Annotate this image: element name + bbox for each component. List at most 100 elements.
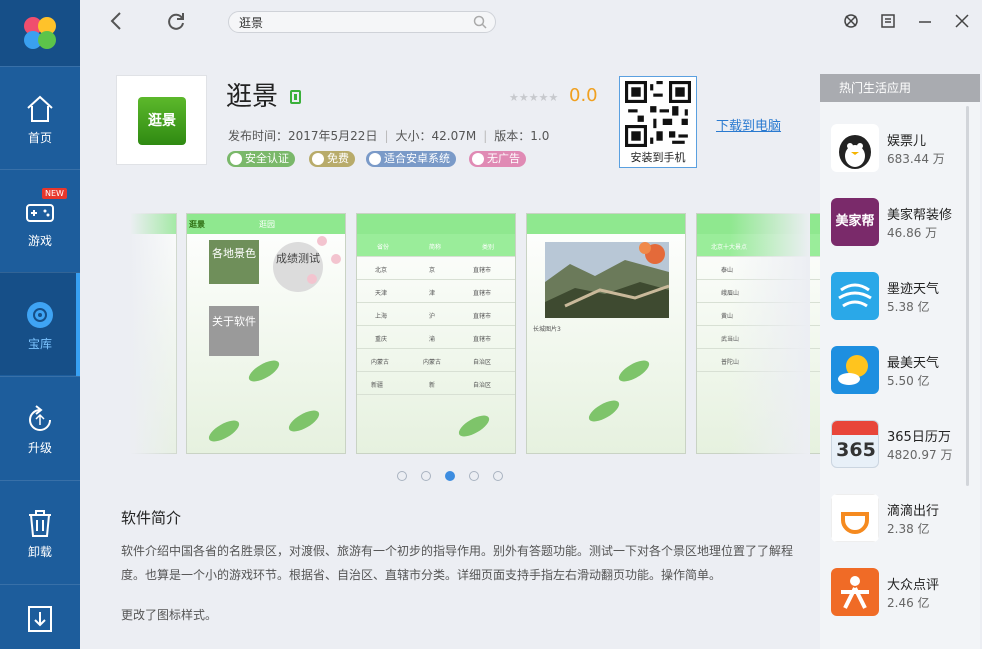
home-icon — [27, 95, 53, 122]
android-icon — [369, 153, 381, 165]
hot-app-item[interactable]: 娱票儿 683.44 万 — [831, 124, 976, 174]
app-title: 逛景 — [226, 82, 279, 112]
hot-app-count: 46.86 万 — [887, 226, 938, 240]
upgrade-icon — [29, 405, 51, 431]
hot-app-name: 最美天气 — [887, 356, 940, 371]
description-heading: 软件简介 — [121, 509, 182, 527]
nav-uninstall-label: 卸载 — [27, 545, 52, 559]
changelog-text: 更改了图标样式。 — [121, 608, 218, 622]
hot-app-name: 滴滴出行 — [887, 504, 940, 519]
qr-code-icon — [625, 81, 691, 147]
carousel-dot-2[interactable] — [421, 471, 431, 481]
info-icon — [472, 153, 484, 165]
dianping-icon — [831, 568, 879, 616]
menu-about-button: 关于软件 — [209, 306, 259, 356]
nav-games-label: 游戏 — [27, 234, 52, 248]
hot-app-item[interactable]: 最美天气 5.50 亿 — [831, 346, 976, 396]
trash-icon — [29, 510, 51, 537]
menu-button[interactable] — [877, 10, 899, 32]
zuimei-weather-icon — [831, 346, 879, 394]
hot-app-item[interactable]: 美家帮 美家帮装修 46.86 万 — [831, 198, 976, 248]
refresh-button[interactable] — [165, 10, 187, 32]
tag-free: 免费 — [309, 151, 355, 167]
screenshot-2[interactable]: 省份 简称 类别 北京京直辖市 天津津直辖市 上海沪直辖市 重庆渝直辖市 内蒙古… — [356, 213, 516, 454]
great-wall-photo — [545, 242, 669, 318]
hot-app-count: 2.46 亿 — [887, 596, 930, 610]
clover-logo-icon — [24, 17, 56, 49]
hot-app-name: 墨迹天气 — [887, 282, 940, 297]
carousel-dot-5[interactable] — [493, 471, 503, 481]
download-to-pc-link[interactable]: 下载到电脑 — [716, 115, 781, 134]
gamepad-icon — [26, 204, 54, 222]
didi-icon — [831, 494, 879, 542]
nav-upgrade[interactable]: 升级 — [0, 376, 80, 479]
menu-scenery-button: 各地景色 — [209, 240, 259, 284]
nav-games[interactable]: NEW 游戏 — [0, 169, 80, 272]
qr-label: 安装到手机 — [630, 151, 686, 164]
hot-app-count: 2.38 亿 — [887, 522, 930, 536]
app-size: 大小：42.07M — [395, 129, 477, 143]
calendar-365-icon: 365 — [831, 420, 879, 468]
moji-weather-icon — [831, 272, 879, 320]
hot-app-name: 美家帮装修 — [887, 208, 953, 223]
tag-no-ads: 无广告 — [469, 151, 526, 167]
close-button[interactable] — [951, 10, 973, 32]
new-badge: NEW — [42, 188, 67, 199]
photo-caption: 长城图片3 — [533, 326, 561, 333]
hot-app-name: 365日历万 — [887, 430, 951, 445]
nav-download-manager[interactable] — [0, 584, 80, 649]
tag-android: 适合安卓系统 — [366, 151, 456, 167]
hot-app-item[interactable]: 滴滴出行 2.38 亿 — [831, 494, 976, 544]
hot-app-count: 683.44 万 — [887, 152, 945, 166]
app-store-logo[interactable] — [0, 0, 80, 66]
app-version: 版本：1.0 — [494, 129, 550, 143]
shield-icon — [230, 153, 242, 165]
hot-apps-scrollbar[interactable] — [966, 106, 969, 486]
menu-quiz-button: 成绩测试 — [273, 242, 323, 292]
hot-apps-title: 热门生活应用 — [820, 74, 980, 102]
description-body: 软件介绍中国各省的名胜景区，对渡假、旅游有一个初步的指导作用。别外有答题功能。测… — [121, 544, 794, 582]
install-to-phone-qr[interactable]: 安装到手机 — [619, 76, 697, 168]
hot-app-name: 娱票儿 — [887, 134, 927, 149]
app-icon-frame: 逛景 — [116, 75, 207, 165]
app-icon: 逛景 — [138, 97, 186, 145]
search-input[interactable] — [239, 15, 469, 30]
hot-app-item[interactable]: 大众点评 2.46 亿 — [831, 568, 976, 618]
carousel-dot-3[interactable] — [445, 471, 455, 481]
skin-button[interactable] — [840, 10, 862, 32]
hot-app-item[interactable]: 墨迹天气 5.38 亿 — [831, 272, 976, 322]
hot-app-count: 4820.97 万 — [887, 448, 953, 462]
hot-app-count: 5.50 亿 — [887, 374, 930, 388]
carousel-dot-1[interactable] — [397, 471, 407, 481]
download-icon — [28, 606, 52, 632]
rating-stars: ★★★★★ — [509, 91, 559, 104]
hot-app-name: 大众点评 — [887, 578, 940, 593]
search-icon[interactable] — [473, 15, 487, 29]
screenshot-3[interactable]: 长城图片3 — [526, 213, 686, 454]
nav-home-label: 首页 — [27, 131, 52, 145]
yen-icon — [312, 153, 324, 165]
app-meta: 发布时间：2017年5月22日 | 大小：42.07M | 版本：1.0 — [228, 129, 550, 143]
screenshot-1[interactable]: 逛景 逛园 各地景色 成绩测试 关于软件 — [186, 213, 346, 454]
carousel-dot-4[interactable] — [469, 471, 479, 481]
phone-icon — [290, 90, 301, 104]
nav-treasury[interactable]: 宝库 — [0, 272, 80, 376]
disc-icon — [27, 302, 53, 328]
nav-upgrade-label: 升级 — [27, 441, 52, 455]
rating-value: 0.0 — [569, 85, 598, 106]
yupiaoer-penguin-icon — [831, 124, 879, 172]
nav-treasury-label: 宝库 — [27, 337, 52, 351]
release-date: 发布时间：2017年5月22日 — [228, 129, 378, 143]
hot-app-item[interactable]: 365 365日历万 4820.97 万 — [831, 420, 976, 470]
search-bar — [228, 11, 496, 33]
sidebar: 首页 NEW 游戏 宝库 升级 卸载 — [0, 0, 80, 649]
nav-uninstall[interactable]: 卸载 — [0, 480, 80, 583]
hot-apps-panel: 热门生活应用 娱票儿 683.44 万 美家帮 美家帮装修 46.86 万 墨迹… — [820, 74, 980, 649]
back-button[interactable] — [106, 10, 128, 32]
minimize-button[interactable] — [914, 10, 936, 32]
tag-safe: 安全认证 — [227, 151, 295, 167]
hot-app-count: 5.38 亿 — [887, 300, 930, 314]
meijiabang-icon: 美家帮 — [831, 198, 879, 246]
screenshot-prev[interactable] — [130, 213, 177, 454]
nav-home[interactable]: 首页 — [0, 66, 80, 169]
